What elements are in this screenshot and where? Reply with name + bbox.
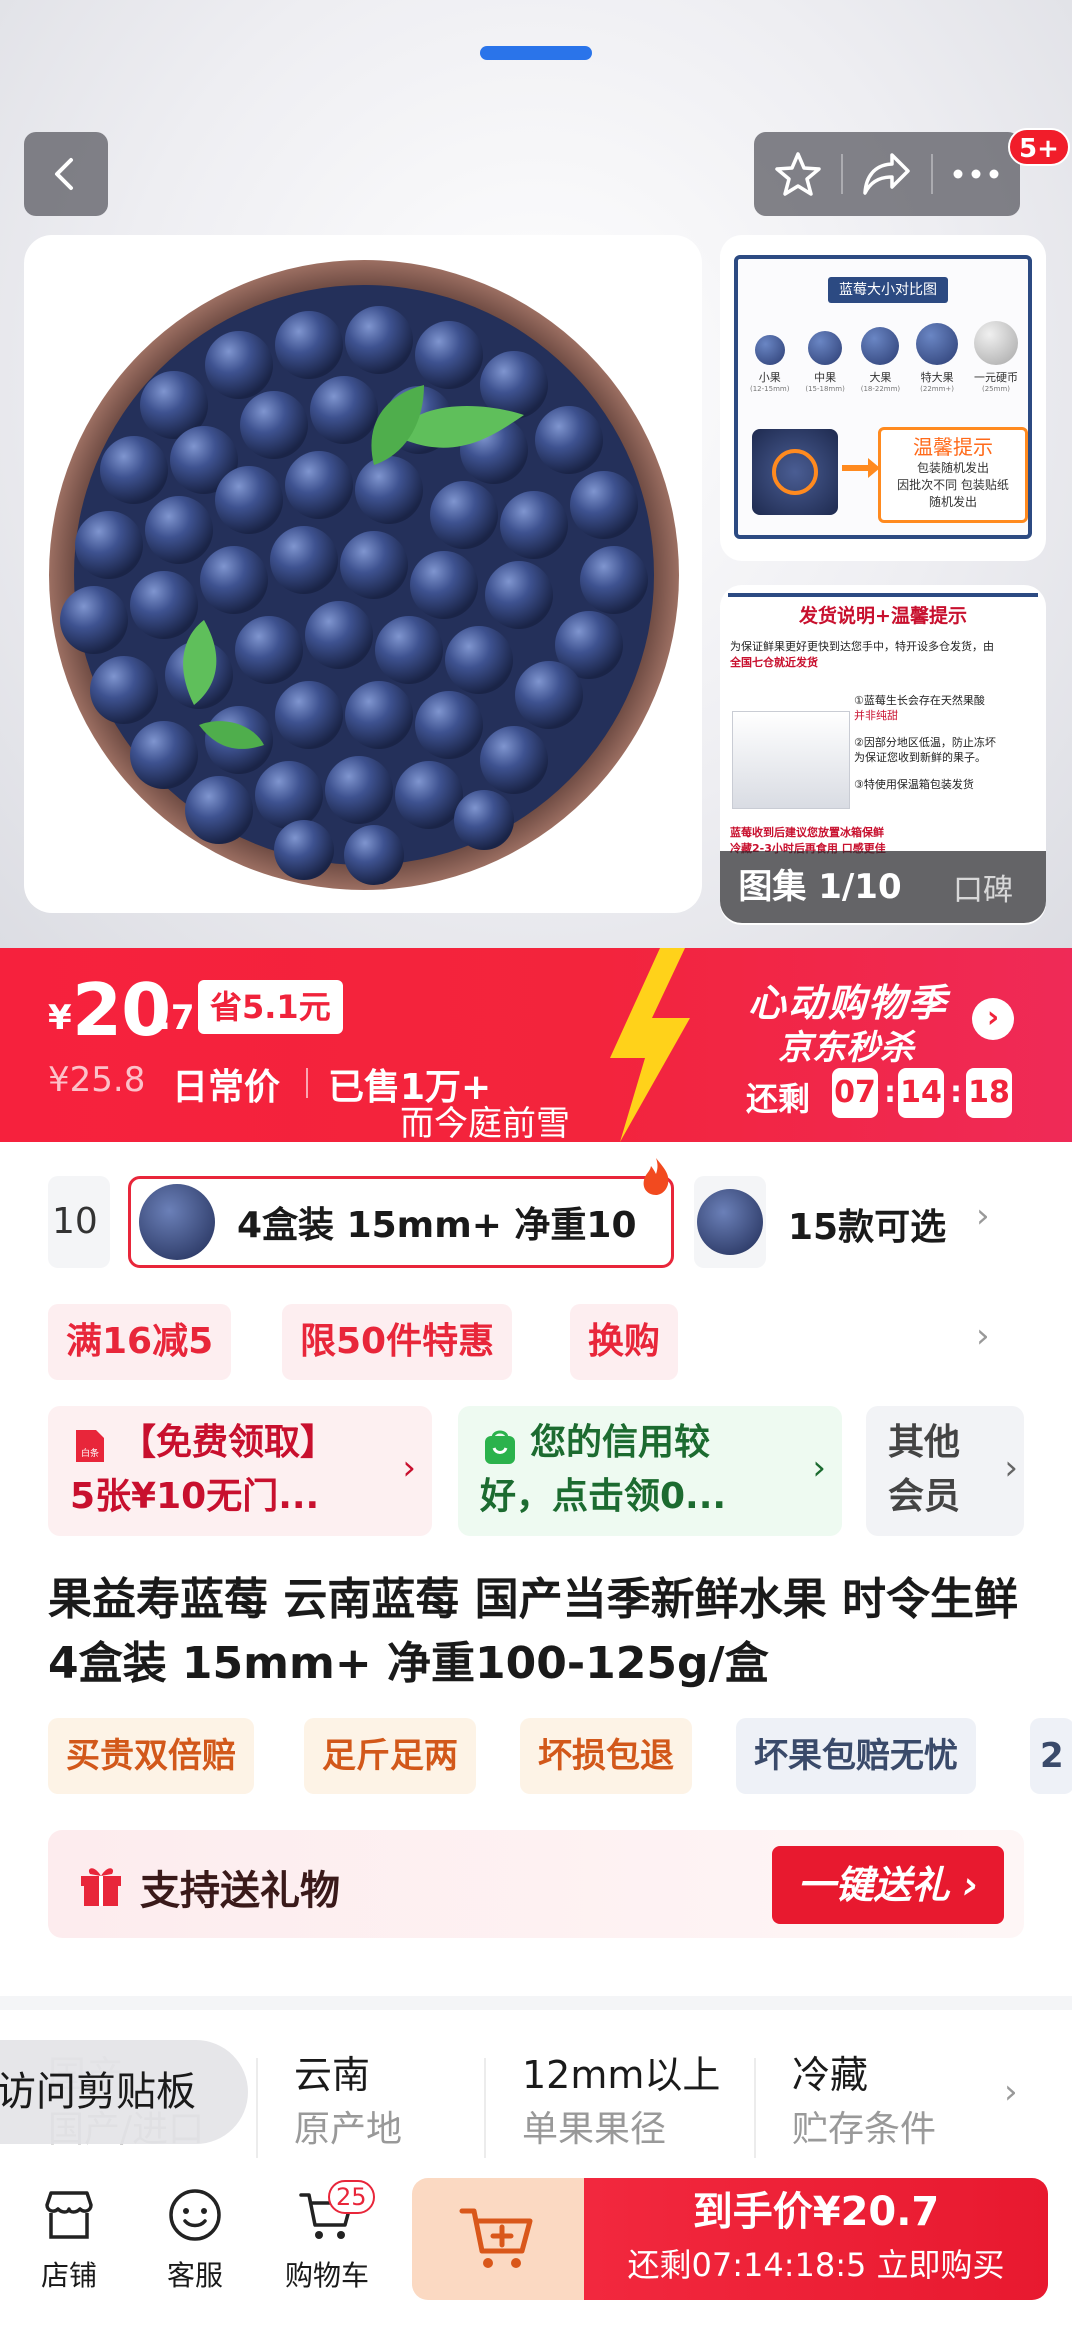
chevron-right-icon: › bbox=[812, 1448, 826, 1488]
price-decimal: .7 bbox=[158, 998, 195, 1038]
chevron-right-icon[interactable]: › bbox=[976, 1196, 990, 1236]
blueberry-bowl-image bbox=[49, 260, 679, 890]
event-subtitle: 京东秒杀 bbox=[778, 1028, 914, 1068]
countdown-label: 还剩 bbox=[746, 1080, 811, 1118]
notification-badge: 5+ bbox=[1008, 128, 1070, 166]
baitiao-icon: 白条 bbox=[76, 1430, 104, 1462]
send-gift-button[interactable]: 一键送礼 › bbox=[772, 1846, 1004, 1924]
gift-label: 支持送礼物 bbox=[140, 1868, 340, 1914]
guarantee-tag[interactable]: 坏损包退 bbox=[520, 1718, 692, 1794]
variant-count[interactable]: 15款可选 bbox=[788, 1198, 946, 1250]
hot-flame-icon bbox=[643, 1158, 669, 1195]
guarantee-tag[interactable]: 足斤足两 bbox=[304, 1718, 476, 1794]
more-button[interactable] bbox=[933, 132, 1020, 216]
tip-box: 温馨提示 包装随机发出 因批次不同 包装贴纸 随机发出 bbox=[878, 427, 1028, 523]
gallery-counter: 图集 1/10 bbox=[738, 867, 902, 907]
favorite-button[interactable] bbox=[754, 132, 841, 216]
price-integer: 20 bbox=[72, 968, 171, 1052]
gallery-indicator[interactable]: 图集 1/10 口碑 bbox=[720, 851, 1046, 923]
spec-origin: 云南 原产地 bbox=[294, 2053, 403, 2150]
chat-face-icon bbox=[169, 2189, 221, 2241]
customer-service-tab[interactable]: 客服 bbox=[140, 2182, 250, 2294]
guarantee-tag[interactable]: 买贵双倍赔 bbox=[48, 1718, 254, 1794]
shipping-info-title: 发货说明+温馨提示 bbox=[799, 605, 967, 627]
package-image bbox=[752, 429, 838, 515]
countdown-minutes: 14 bbox=[898, 1068, 944, 1118]
svg-text:白条: 白条 bbox=[81, 1447, 99, 1459]
bottom-action-bar: 店铺 客服 购物车 25 到手价¥20.7 还剩07:14:18:5 立即购买 bbox=[0, 2170, 1072, 2344]
price-currency: ¥ bbox=[48, 998, 72, 1038]
savings-tag: 省5.1元 bbox=[198, 980, 343, 1034]
buy-price: 到手价¥20.7 bbox=[692, 2189, 940, 2235]
clipboard-toast: 访问剪贴板 bbox=[0, 2040, 248, 2144]
variant-label: 4盒装 15mm+ 净重10 bbox=[237, 1205, 637, 1246]
size-comparison-row: 小果 (12-15mm) 中果 (15-18mm) 大果 (18-22mm) 特大果(… bbox=[750, 321, 1018, 393]
product-gallery[interactable]: 5+ 蓝莓大小对比图 小果 (12-15mm) 中果 (15-18mm) 大果 … bbox=[0, 0, 1072, 948]
share-button[interactable] bbox=[843, 132, 930, 216]
size-chart-title: 蓝莓大小对比图 bbox=[828, 277, 948, 303]
daily-price-label: 日常价 bbox=[172, 1067, 281, 1108]
countdown-hours: 07 bbox=[832, 1068, 878, 1118]
add-cart-icon bbox=[459, 2208, 533, 2268]
add-to-cart-button[interactable] bbox=[412, 2178, 584, 2300]
offer-card-member[interactable]: 其他 会员 › bbox=[866, 1406, 1024, 1536]
chevron-right-icon[interactable]: › bbox=[972, 998, 1014, 1040]
chevron-right-icon[interactable]: › bbox=[976, 1316, 990, 1356]
reviews-tab[interactable]: 口碑 bbox=[920, 865, 1046, 909]
coupon-tag[interactable]: 限50件特惠 bbox=[282, 1304, 513, 1380]
chevron-left-icon bbox=[55, 158, 73, 190]
overlay-caption: 而今庭前雪 bbox=[400, 1104, 570, 1142]
chevron-right-icon[interactable]: › bbox=[1004, 2072, 1018, 2112]
coupon-tag[interactable]: 满16减5 bbox=[48, 1304, 232, 1380]
more-dots-icon bbox=[953, 169, 999, 179]
lightning-icon bbox=[610, 948, 690, 1142]
main-product-image[interactable] bbox=[24, 235, 702, 913]
offer-card-baitiao[interactable]: 白条 【免费领取】 5张¥10无门... › bbox=[48, 1406, 432, 1536]
top-actions bbox=[754, 132, 1020, 216]
gift-icon bbox=[81, 1868, 121, 1906]
arrow-icon bbox=[842, 458, 880, 478]
chevron-right-icon: › bbox=[402, 1448, 416, 1488]
variant-thumbnail bbox=[139, 1184, 215, 1260]
foam-box-image bbox=[732, 711, 850, 809]
variant-option-selected[interactable]: 4盒装 15mm+ 净重10 bbox=[128, 1176, 674, 1268]
share-icon bbox=[863, 153, 910, 195]
buy-countdown: 还剩07:14:18:5 立即购买 bbox=[627, 2246, 1005, 2284]
event-title: 心动购物季 bbox=[748, 981, 949, 1025]
flash-sale-banner[interactable]: ¥ 20 .7 省5.1元 ¥25.8 日常价 已售1万+ 而今庭前雪 心动购物… bbox=[0, 948, 1072, 1142]
offer-card-credit[interactable]: 您的信用较 好，点击领0... › bbox=[458, 1406, 842, 1536]
back-button[interactable] bbox=[24, 132, 108, 216]
chevron-right-icon: › bbox=[1004, 1448, 1018, 1488]
star-icon bbox=[774, 152, 821, 196]
guarantee-tag[interactable]: 坏果包赔无忧 bbox=[736, 1718, 976, 1794]
store-tab[interactable]: 店铺 bbox=[14, 2182, 124, 2294]
buy-now-button[interactable]: 到手价¥20.7 还剩07:14:18:5 立即购买 bbox=[584, 2178, 1048, 2300]
countdown-seconds: 18 bbox=[966, 1068, 1012, 1118]
original-price: ¥25.8 bbox=[48, 1060, 146, 1100]
spec-fruit-size: 12mm以上 单果果径 bbox=[522, 2053, 721, 2150]
product-title: 果益寿蓝莓 云南蓝莓 国产当季新鲜水果 时令生鲜 4盒装 15mm+ 净重100… bbox=[48, 1574, 1018, 1689]
variant-option-next[interactable] bbox=[694, 1176, 766, 1268]
shopping-bag-icon bbox=[485, 1430, 515, 1464]
variant-selector: 10 4盒装 15mm+ 净重10 15款可选 › bbox=[0, 1142, 1072, 1272]
drag-handle[interactable] bbox=[480, 46, 592, 60]
guarantee-tag[interactable]: 2 bbox=[1030, 1718, 1072, 1794]
store-icon bbox=[45, 2191, 93, 2239]
variant-option-prev[interactable]: 10 bbox=[48, 1176, 110, 1268]
cart-count-badge: 25 bbox=[328, 2180, 375, 2214]
spec-storage: 冷藏 贮存条件 bbox=[792, 2053, 937, 2150]
gift-section: 支持送礼物 一键送礼 › bbox=[48, 1830, 1024, 1938]
coupon-tag[interactable]: 换购 bbox=[570, 1304, 679, 1380]
gallery-thumb-size-chart[interactable]: 蓝莓大小对比图 小果 (12-15mm) 中果 (15-18mm) 大果 (18-22… bbox=[720, 235, 1046, 561]
